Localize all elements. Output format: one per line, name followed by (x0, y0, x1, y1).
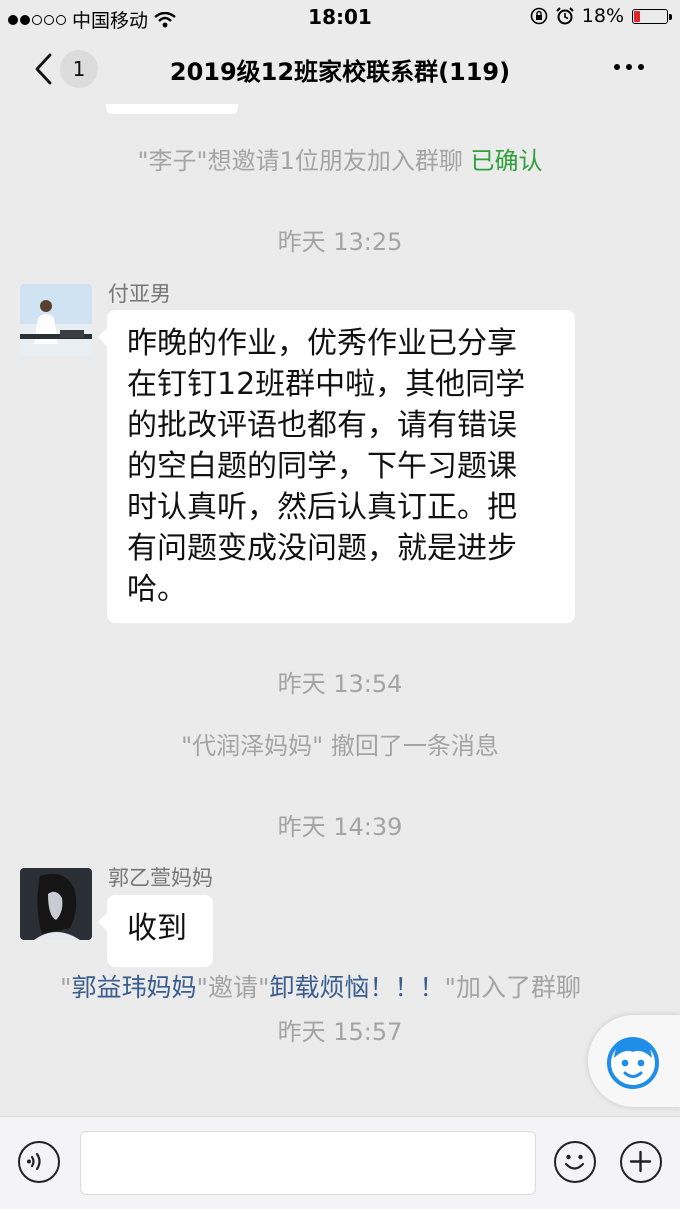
back-chevron-icon[interactable] (30, 52, 58, 86)
alarm-icon (556, 7, 574, 25)
robot-face-icon (607, 1037, 659, 1089)
more-icon[interactable] (614, 64, 644, 70)
floating-assistant-button[interactable] (588, 1015, 680, 1107)
recall-notice: "代润泽妈妈" 撤回了一条消息 (181, 732, 499, 760)
plus-icon[interactable] (620, 1141, 662, 1183)
battery-percent: 18% (581, 5, 624, 27)
previous-message-bubble (106, 104, 238, 114)
inviter-link[interactable]: 郭益玮妈妈 (72, 973, 197, 1002)
confirmed-link[interactable]: 已确认 (471, 147, 543, 175)
message-bubble[interactable]: 昨晚的作业，优秀作业已分享 在钉钉12班群中啦，其他同学 的批改评语也都有，请有… (98, 310, 575, 623)
invitee-link[interactable]: 卸载烦恼！！！ (270, 973, 445, 1002)
sender-name: 郭乙萱妈妈 (108, 866, 213, 890)
message-input[interactable] (80, 1131, 536, 1195)
nav-bar: 1 2019级12班家校联系群(119) (0, 34, 680, 104)
voice-icon[interactable] (18, 1141, 60, 1183)
battery-icon (632, 8, 672, 24)
unread-count-badge[interactable]: 1 (60, 50, 98, 88)
emoji-icon[interactable] (554, 1141, 596, 1183)
invite-confirm-notice: "李子"想邀请1位朋友加入群聊 已确认 (137, 147, 543, 175)
sender-name: 付亚男 (108, 282, 171, 306)
input-toolbar (0, 1116, 680, 1209)
chat-title: 2019级12班家校联系群(119) (169, 58, 511, 86)
message-bubble[interactable]: 收到 (98, 895, 213, 967)
avatar[interactable] (20, 868, 92, 940)
rotation-lock-icon (530, 7, 548, 25)
avatar[interactable] (20, 284, 92, 356)
status-bar: 中国移动 18:01 18% (0, 0, 680, 34)
timestamp: 昨天 13:54 (277, 670, 403, 698)
timestamp: 昨天 15:57 (277, 1018, 403, 1046)
chat-area[interactable]: "李子"想邀请1位朋友加入群聊 已确认 昨天 13:25 付亚男 昨晚的作业，优… (0, 104, 680, 1114)
timestamp: 昨天 13:25 (277, 228, 403, 256)
invite-join-notice: "郭益玮妈妈"邀请"卸载烦恼！！！"加入了群聊 (60, 973, 582, 1002)
timestamp: 昨天 14:39 (277, 813, 403, 841)
